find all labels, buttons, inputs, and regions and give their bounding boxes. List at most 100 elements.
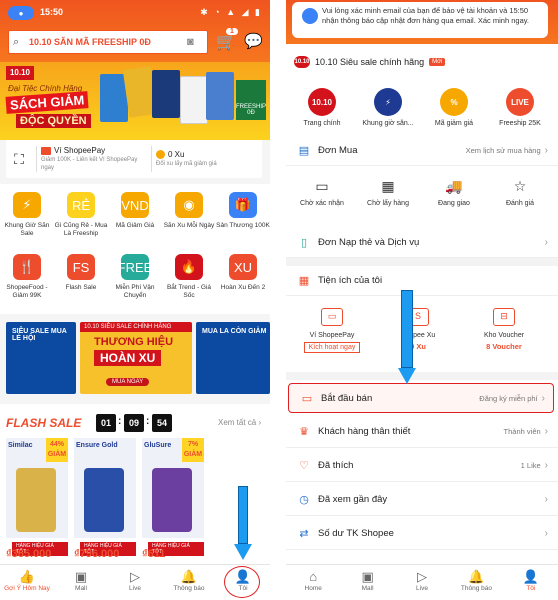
register-free-link[interactable]: Đăng ký miễn phí [479,394,537,403]
heart-icon: ♡ [299,460,309,472]
nav-home[interactable]: ⌂ Home [286,565,340,600]
order-state[interactable]: ☆ Đánh giá [488,178,552,207]
profile-row[interactable]: ⇄ Số dư TK Shopee › [286,518,558,550]
book-image [152,70,180,118]
book-image [180,76,208,124]
nav-live[interactable]: ▷ Live [395,565,449,600]
nav-thumbs-up[interactable]: 👍 Gợi Ý Hôm Nay [0,565,54,600]
profile-row[interactable]: ♡ Đã thích 1 Like › [286,450,558,482]
nav-mall[interactable]: ▣ Mall [54,565,108,600]
clock-icon: ◷ [299,494,309,506]
user-icon: 👤 [522,569,539,584]
quick-item-label: Hoàn Xu Đến 2 [220,284,266,291]
sale-shortcut[interactable]: LIVE Freeship 25K [488,88,552,127]
promo-card-2[interactable]: 10.10 SIÊU SALE CHÍNH HÃNG THƯƠNG HIỆU H… [80,322,192,394]
flash-product[interactable]: Similac 44% GIẢM HÀNG HIỆU GIÁ TỐT ₫365.000 [6,438,68,560]
xu-entry[interactable]: 0 Xu Đổi xu lấy mã giảm giá [156,150,262,168]
utility-value: 8 Voucher [486,342,522,351]
promo-card-1[interactable]: SIÊU SALE MUA LẺ HỘI [6,322,76,394]
product-can [16,468,56,532]
chevron-right-icon: › [544,237,548,248]
scan-icon[interactable]: ⛶ [6,151,32,168]
nav-user[interactable]: 👤 Tôi [504,565,558,600]
food-icon: 🍴 [13,254,41,280]
flash-product[interactable]: GluSure 7% GIẢM HÀNG HIỆU GIÁ TỐT ₫611 [142,438,204,560]
shortcut-label: Freeship 25K [499,120,541,127]
topup-title: Đơn Nạp thẻ và Dịch vụ [318,237,420,248]
camera-icon[interactable]: ◙ [187,36,203,48]
nav-live[interactable]: ▷ Live [108,565,162,600]
buy-now-button[interactable]: MUA NGAY [106,378,150,386]
timer-minutes: 09 [124,414,144,432]
quick-item[interactable]: ◉ Săn Xu Mỗi Ngày [162,192,216,230]
orders-row[interactable]: ▤ Đơn Mua Xem lịch sử mua hàng › [286,136,558,166]
utility-value: 0 Xu [410,342,426,351]
quick-item-label: Săn Xu Mỗi Ngày [163,222,215,229]
quick-item[interactable]: FREE Miễn Phí Vận Chuyển [108,254,162,300]
ticket-icon: ⊟ [493,308,515,326]
product-name: Similac [8,442,33,449]
email-notification[interactable]: Vui lòng xác minh email của bạn để bảo v… [292,2,548,38]
orders-history-link[interactable]: Xem lịch sử mua hàng [466,146,541,155]
profile-row[interactable]: ♛ Khách hàng thân thiết Thành viên › [286,416,558,448]
nav-bell[interactable]: 🔔 Thông báo [449,565,503,600]
order-state[interactable]: 🚚 Đang giao [422,178,486,207]
sale-shortcut[interactable]: ⚡ Khung giờ săn... [356,88,420,127]
row-label: Khách hàng thân thiết [318,426,411,437]
sale-shortcut[interactable]: % Mã giảm giá [422,88,486,127]
mall-icon: ▣ [361,569,374,584]
search-bar[interactable]: ⌕ 10.10 SĂN MÃ FREESHIP 0Đ ◙ [8,30,208,54]
product-price: ₫365.000 [6,548,52,560]
live-icon: ▷ [130,569,140,584]
see-all-link[interactable]: Xem tất cả › [218,418,261,427]
nav-label: Gợi Ý Hôm Nay [4,585,50,592]
quick-item[interactable]: 🎁 Sản Thương 100K [216,192,270,230]
hero-banner[interactable]: 10.10 Đại Tiệc Chính Hãng SÁCH GIẢM ĐỘC … [0,62,270,140]
quick-item[interactable]: RẺ Gì Cũng Rẻ - Mua Là Freeship [54,192,108,238]
trend-icon: 🔥 [175,254,203,280]
order-state[interactable]: ▦ Chờ lấy hàng [356,178,420,207]
order-state[interactable]: ▭ Chờ xác nhận [290,178,354,207]
utility-item[interactable]: ▭ Ví ShopeePay Kích hoạt ngay [292,308,372,353]
thumbs-up-icon: 👍 [18,569,36,584]
gift-icon: 🎁 [229,192,257,218]
notification-text: Vui lòng xác minh email của bạn để bảo v… [322,6,530,25]
nav-label: Home [304,585,322,592]
shopeepay-entry[interactable]: Ví ShopeePay Giảm 100K - Liên kết Ví Sho… [41,146,147,172]
row-value: Thành viên [503,427,541,436]
start-selling-row[interactable]: ▭ Bắt đầu bán Đăng ký miễn phí › [288,383,554,413]
chat-icon[interactable]: 💬 [244,32,263,50]
nav-bell[interactable]: 🔔 Thông báo [162,565,216,600]
quick-item[interactable]: FS Flash Sale [54,254,108,292]
utility-item[interactable]: ⊟ Kho Voucher 8 Voucher [464,308,544,351]
quick-item[interactable]: XU Hoàn Xu Đến 2 [216,254,270,292]
status-time: 15:50 [40,7,64,17]
profile-row[interactable]: ◷ Đã xem gần đây › [286,484,558,516]
location-icon: ● [8,6,34,20]
mall-icon: ▣ [74,569,88,584]
search-input[interactable]: 10.10 SĂN MÃ FREESHIP 0Đ [29,37,187,47]
utility-item[interactable]: S Shopee Xu 0 Xu [378,308,458,351]
chevron-right-icon: › [544,460,548,471]
promo-card-3[interactable]: MUA LA CÒN GIẢM [196,322,270,394]
flash-product[interactable]: Ensure Gold HÀNG HIỆU GIÁ TỐT ₫796.000 [74,438,136,560]
profile-screen: Vui lòng xác minh email của bạn để bảo v… [286,0,558,600]
flash-sale-section: FLASH SALE 01 : 09 : 54 Xem tất cả › Sim… [0,404,270,564]
order-states: ▭ Chờ xác nhận ▦ Chờ lấy hàng 🚚 Đang giao ☆ Đán… [286,166,558,230]
nav-mall[interactable]: ▣ Mall [340,565,394,600]
book-image [206,72,234,120]
shopeepay-icon [41,146,51,155]
product-price: ₫611 [142,548,166,560]
chevron-right-icon: › [541,392,545,404]
grid-icon: ▦ [298,275,310,287]
truck-icon: 🚚 [445,178,463,194]
discount-badge: 7% GIẢM [182,438,204,462]
topup-row[interactable]: ▯ Đơn Nạp thẻ và Dịch vụ › [286,228,558,258]
quick-item[interactable]: VND Mã Giảm Giá [108,192,162,230]
activate-now-button[interactable]: Kích hoạt ngay [303,342,361,353]
quick-item[interactable]: 🔥 Bắt Trend - Giá Sốc [162,254,216,300]
sale-shortcut[interactable]: 10.10 Trang chính [290,88,354,127]
quick-item[interactable]: ⚡ Khung Giờ Săn Sale [0,192,54,238]
cart-icon[interactable]: 🛒 [216,32,236,52]
quick-item[interactable]: 🍴 ShopeeFood - Giảm 99K [0,254,54,300]
